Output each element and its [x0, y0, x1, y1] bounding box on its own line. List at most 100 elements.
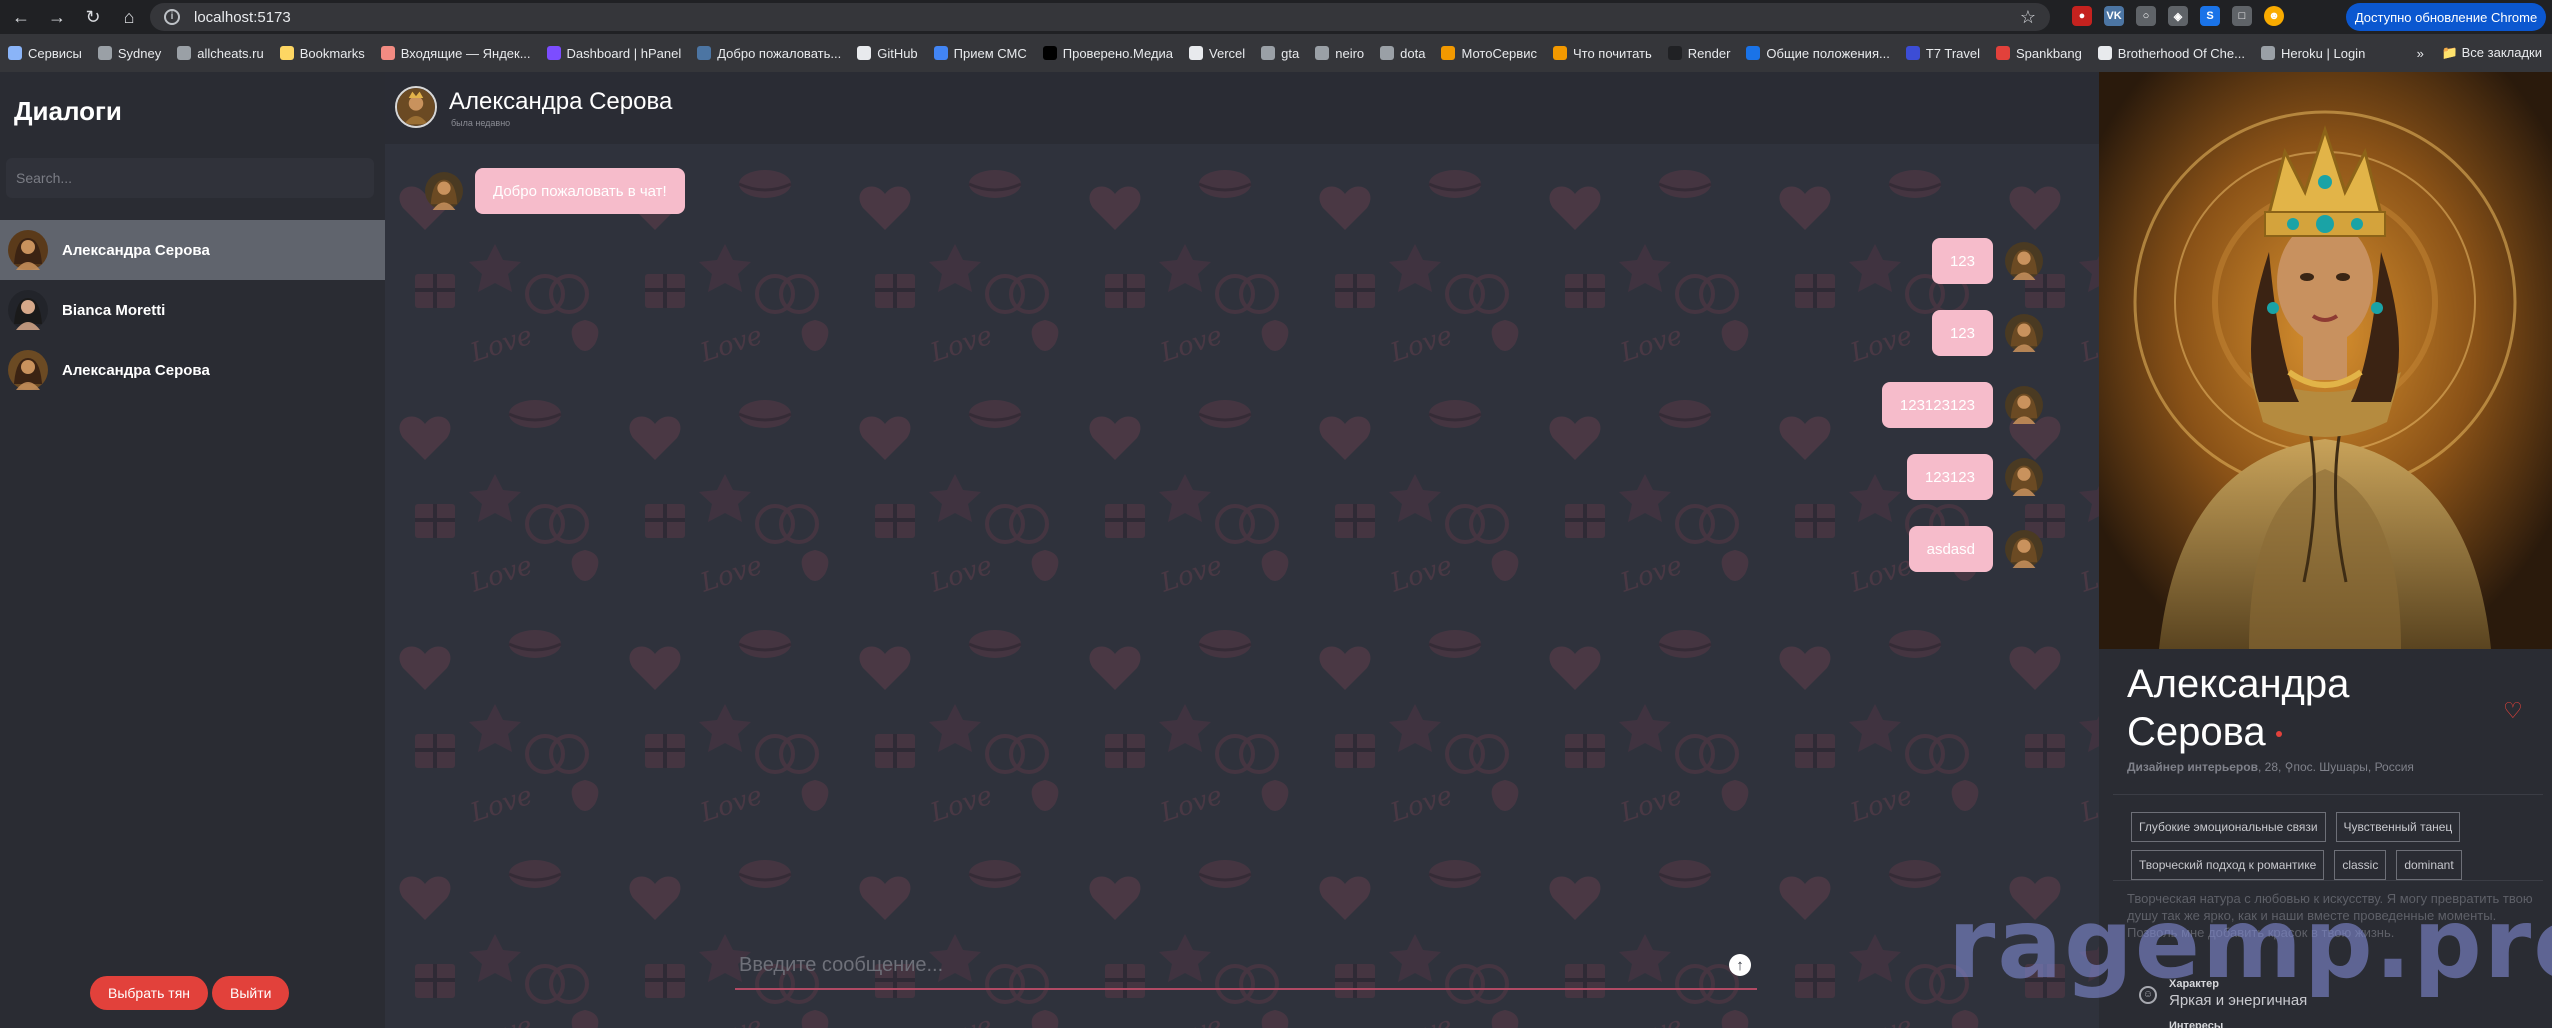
profile-tag: Чувственный танец	[2335, 812, 2461, 842]
bookmark-item[interactable]: allcheats.ru	[177, 46, 264, 61]
bookmark-label: Входящие — Яндек...	[400, 45, 531, 61]
bookmark-favicon-icon	[1315, 46, 1330, 60]
dialog-item[interactable]: Александра Серова	[0, 340, 385, 400]
bookmark-favicon-icon	[1996, 46, 2011, 60]
bookmark-label: T7 Travel	[1925, 45, 1981, 61]
reload-icon[interactable]: ↻	[78, 2, 108, 32]
shield-extension-icon[interactable]: ◈	[2168, 6, 2188, 26]
bookmark-item[interactable]: neiro	[1315, 46, 1364, 61]
bookmark-item[interactable]: Прием СМС	[933, 45, 1027, 61]
profile-tag: classic	[2334, 850, 2387, 880]
bookmark-label: Vercel	[1209, 45, 1246, 61]
url-text[interactable]: localhost:5173	[194, 9, 291, 26]
send-arrow-icon[interactable]: ↑	[1729, 954, 1751, 976]
profile-meta-separator: ,	[2257, 760, 2265, 774]
bookmark-label: Добро пожаловать...	[717, 45, 842, 61]
bookmark-favicon-icon	[8, 46, 22, 60]
extension-icon[interactable]: ○	[2136, 6, 2156, 26]
profile-job: Дизайнер интерьеров	[2127, 760, 2258, 774]
vk-extension-icon[interactable]: VK	[2104, 6, 2124, 26]
bookmark-favicon-icon	[1189, 46, 1204, 60]
extension-icon[interactable]: ●	[2072, 6, 2092, 26]
message-bubble: 123	[1931, 238, 1993, 284]
choose-girl-button[interactable]: Выбрать тян	[90, 976, 209, 1010]
dialog-name: Александра Серова	[62, 241, 210, 259]
bookmark-item[interactable]: МотоСервис	[1441, 45, 1537, 61]
bookmark-favicon-icon	[697, 46, 712, 60]
bookmark-favicon-icon	[2097, 46, 2112, 60]
message-input[interactable]	[735, 942, 1695, 988]
address-bar[interactable]: i localhost:5173 ☆	[150, 3, 2050, 31]
profile-tags: Глубокие эмоциональные связи Чувственный …	[2131, 812, 2531, 880]
bookmark-favicon-icon	[1905, 46, 1920, 60]
bookmark-label: Прием СМС	[953, 45, 1027, 61]
bookmark-item[interactable]: dota	[1380, 46, 1425, 61]
message-bubble: asdasd	[1908, 526, 1993, 572]
bookmark-label: МотоСервис	[1461, 45, 1537, 61]
message-bubble: 123123	[1906, 454, 1993, 500]
profile-meta-separator: ,	[2278, 760, 2285, 774]
bookmark-item[interactable]: Проверено.Медиа	[1042, 45, 1174, 61]
home-icon[interactable]: ⌂	[114, 2, 144, 32]
profile-avatar[interactable]: ☻	[2264, 6, 2284, 26]
bookmark-favicon-icon	[380, 46, 395, 60]
bookmark-item[interactable]: Добро пожаловать...	[697, 46, 841, 61]
bookmark-item[interactable]: Spankbang	[1996, 46, 2082, 61]
bookmark-item[interactable]: Heroku | Login	[2260, 45, 2366, 61]
dialog-avatar	[8, 290, 48, 330]
bookmark-item[interactable]: Что почитать	[1552, 46, 1652, 61]
message-avatar	[2005, 314, 2043, 352]
contact-avatar[interactable]	[395, 86, 437, 128]
bookmark-star-icon[interactable]: ☆	[2020, 7, 2036, 28]
dialog-avatar	[8, 230, 48, 270]
profile-portrait	[2099, 72, 2552, 649]
dialog-item[interactable]: Александра Серова	[0, 220, 385, 280]
profile-name: Александра Серова	[2127, 660, 2457, 756]
forward-icon[interactable]: →	[42, 2, 72, 32]
bookmark-item[interactable]: Render	[1667, 46, 1730, 61]
bookmark-item[interactable]: Bookmarks	[279, 46, 365, 61]
message-avatar	[2005, 242, 2043, 280]
message-avatar	[2005, 386, 2043, 424]
bookmark-favicon-icon	[1261, 46, 1276, 60]
bookmark-favicon-icon	[177, 46, 192, 60]
dialog-item[interactable]: Bianca Moretti	[0, 280, 385, 340]
profile-divider	[2113, 794, 2543, 795]
puzzle-icon[interactable]: □	[2232, 6, 2252, 26]
bookmark-label: Sydney	[117, 45, 162, 61]
bookmark-favicon-icon	[1746, 46, 1761, 60]
profile-location: пос. Шушары, Россия	[2293, 760, 2414, 774]
bookmark-item[interactable]: Sydney	[97, 45, 162, 61]
extension-icon[interactable]: S	[2200, 6, 2220, 26]
bookmark-item[interactable]: gta	[1261, 46, 1299, 61]
bookmark-item[interactable]: GitHub	[857, 46, 918, 61]
bookmark-item[interactable]: Сервисы	[8, 46, 82, 61]
outgoing-message: 123123	[1906, 454, 2043, 500]
search-input[interactable]	[6, 158, 374, 198]
more-bookmarks-icon[interactable]: »	[2417, 46, 2424, 61]
site-info-icon[interactable]: i	[164, 9, 180, 25]
bookmark-label: Heroku | Login	[2280, 45, 2366, 61]
message-avatar	[2005, 530, 2043, 568]
bookmark-label: neiro	[1335, 45, 1365, 61]
chat-background-pattern: Love	[385, 144, 2099, 1028]
bookmark-item[interactable]: T7 Travel	[1905, 45, 1981, 61]
bookmark-item[interactable]: Brotherhood Of Che...	[2097, 46, 2245, 61]
bookmark-label: Проверено.Медиа	[1062, 45, 1174, 61]
bookmark-favicon-icon	[857, 46, 872, 60]
outgoing-message: 123	[1931, 310, 2043, 356]
online-status-dot	[2275, 731, 2282, 738]
chrome-update-button[interactable]: Доступно обновление Chrome	[2346, 3, 2546, 31]
bookmark-item[interactable]: Dashboard | hPanel	[546, 46, 681, 61]
all-bookmarks-link[interactable]: 📁 Все закладки	[2442, 45, 2542, 61]
bookmark-favicon-icon	[933, 46, 948, 60]
bookmark-item[interactable]: Vercel	[1189, 46, 1245, 61]
back-icon[interactable]: ←	[6, 2, 36, 32]
heart-icon[interactable]: ♡	[2503, 698, 2523, 724]
bookmark-label: gta	[1281, 45, 1300, 61]
logout-button[interactable]: Выйти	[212, 976, 290, 1010]
bookmark-item[interactable]: Общие положения...	[1746, 46, 1890, 61]
dialogs-sidebar: Диалоги Александра СероваBianca MorettiА…	[0, 72, 385, 1028]
profile-tag: dominant	[2396, 850, 2462, 880]
bookmark-item[interactable]: Входящие — Яндек...	[380, 45, 531, 61]
